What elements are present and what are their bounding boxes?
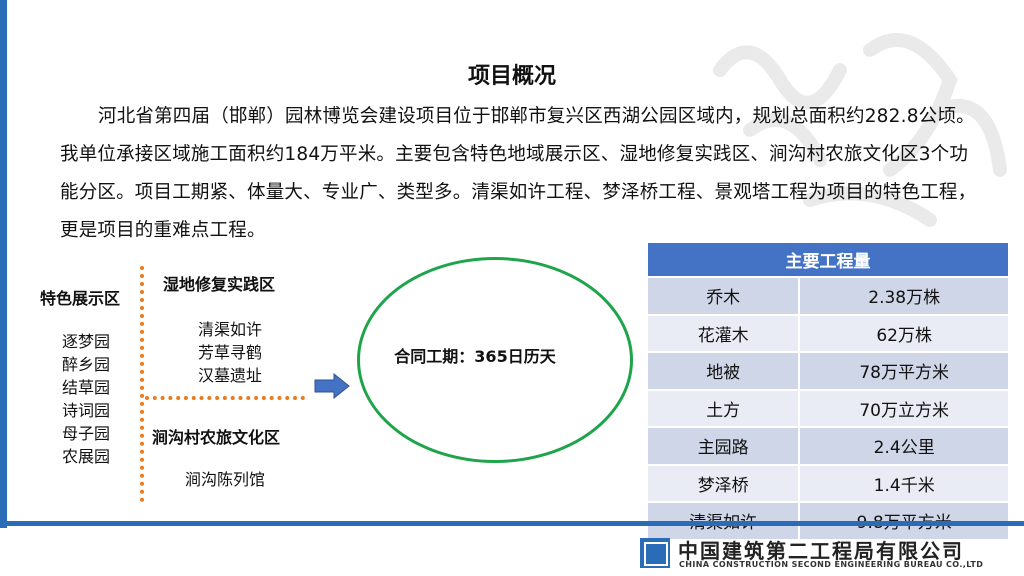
table-cell: 1.4千米 — [798, 463, 1010, 503]
list-item: 清渠如许 — [197, 320, 262, 339]
zone-village-label: 涧沟村农旅文化区 — [152, 428, 281, 447]
table-cell: 花灌木 — [645, 313, 801, 353]
divider-vertical — [140, 266, 144, 502]
table-cell: 78万平方米 — [798, 351, 1010, 391]
list-item: 母子园 — [61, 424, 110, 443]
zone-feature-label: 特色展示区 — [40, 289, 121, 308]
list-item: 汉墓遗址 — [197, 366, 262, 385]
list-item: 芳草寻鹤 — [197, 343, 262, 362]
table-row: 地被 78万平方米 — [645, 351, 1010, 391]
table-row: 主园路 2.4公里 — [645, 426, 1010, 466]
company-name-en: CHINA CONSTRUCTION SECOND ENGINEERING BU… — [679, 560, 984, 569]
quantities-table: 主要工程量 乔木 2.38万株 花灌木 62万株 地被 78万平方米 土方 70… — [645, 241, 1010, 541]
list-item: 涧沟陈列馆 — [184, 470, 265, 489]
list-item: 逐梦园 — [61, 332, 110, 351]
list-item: 诗词园 — [61, 401, 110, 420]
table-row: 乔木 2.38万株 — [645, 276, 1010, 316]
table-cell: 土方 — [645, 388, 801, 428]
table-cell: 2.38万株 — [798, 276, 1010, 316]
table-row: 梦泽桥 1.4千米 — [645, 463, 1010, 503]
company-logo-icon — [640, 538, 670, 568]
table-cell: 70万立方米 — [798, 388, 1010, 428]
table-cell: 62万株 — [798, 313, 1010, 353]
zone-feature-list: 逐梦园 醉乡园 结草园 诗词园 母子园 农展园 — [50, 330, 122, 468]
table-row: 花灌木 62万株 — [645, 313, 1010, 353]
divider-horizontal — [145, 396, 305, 400]
list-item: 农展园 — [61, 447, 110, 466]
table-cell: 乔木 — [645, 276, 801, 316]
table-cell: 主园路 — [645, 426, 801, 466]
list-item: 结草园 — [61, 378, 110, 397]
zone-village-list: 涧沟陈列馆 — [170, 468, 280, 491]
table-header: 主要工程量 — [646, 241, 1010, 278]
overview-paragraph: 河北省第四届（邯郸）园林博览会建设项目位于邯郸市复兴区西湖公园区域内，规划总面积… — [60, 106, 977, 241]
zone-wetland-label: 湿地修复实践区 — [163, 275, 276, 294]
bottom-accent-bar — [0, 521, 1024, 526]
table-row: 土方 70万立方米 — [645, 388, 1010, 428]
table-cell: 梦泽桥 — [645, 463, 801, 503]
list-item: 醉乡园 — [61, 355, 110, 374]
arrow-right-icon — [314, 373, 350, 399]
page-title: 项目概况 — [467, 64, 556, 89]
table-cell: 地被 — [645, 351, 801, 391]
zone-wetland-list: 清渠如许 芳草寻鹤 汉墓遗址 — [180, 318, 280, 387]
contract-period: 合同工期：365日历天 — [394, 347, 556, 366]
table-cell: 2.4公里 — [798, 426, 1010, 466]
